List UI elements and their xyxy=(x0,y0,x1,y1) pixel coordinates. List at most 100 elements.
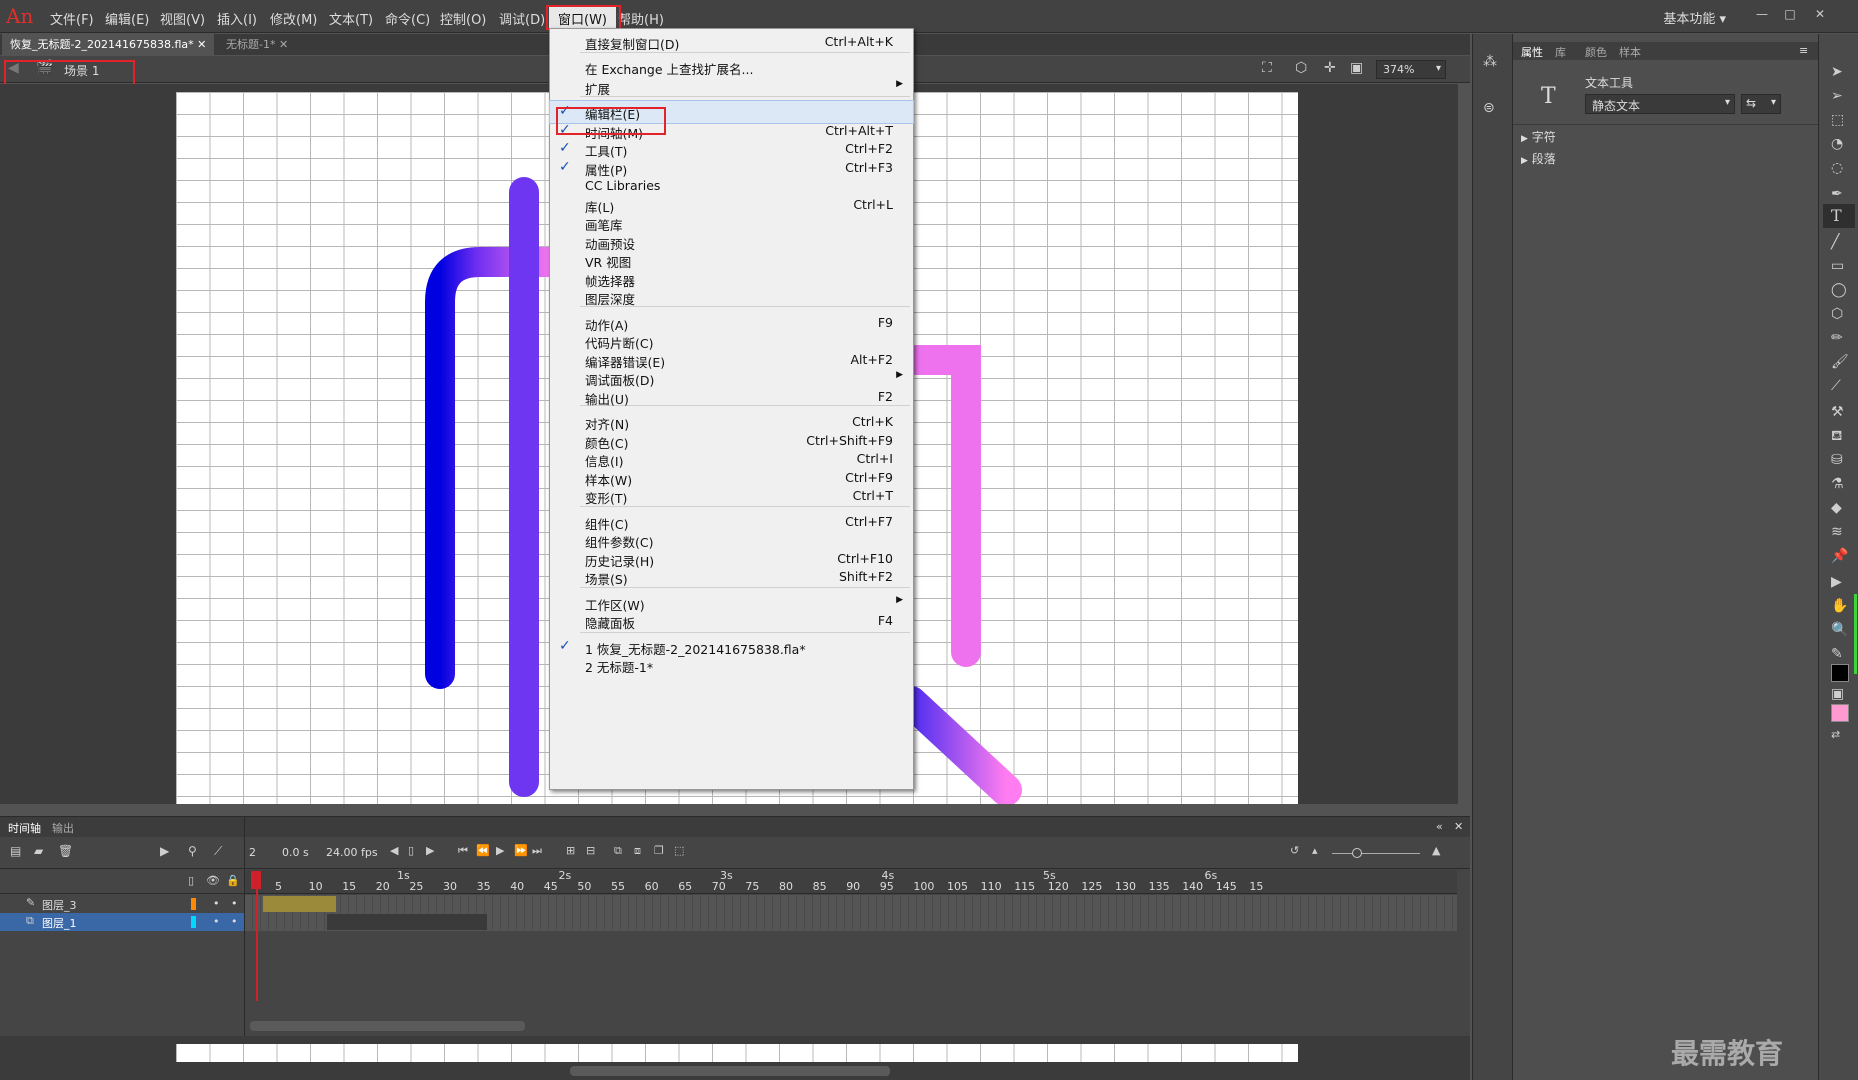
menu-item[interactable]: 扩展 ▶ xyxy=(550,76,913,98)
playhead-handle[interactable] xyxy=(251,871,261,889)
menu-insert[interactable]: 插入(I) xyxy=(217,9,257,28)
tab-properties[interactable]: 属性 xyxy=(1521,44,1543,60)
tab-swatches[interactable]: 样本 xyxy=(1619,44,1641,60)
loop-icon[interactable]: ▯ xyxy=(408,844,414,857)
current-time[interactable]: 0.0 s xyxy=(282,846,309,859)
graph-icon[interactable]: ⟋ xyxy=(214,844,222,859)
layer-color-swatch[interactable] xyxy=(191,916,196,928)
last-frame-icon[interactable]: ⏭ xyxy=(532,844,542,858)
text-tool-active[interactable]: T xyxy=(1823,204,1855,228)
edit-scene-icon[interactable]: ⛶ xyxy=(1262,60,1272,76)
paint-bucket-icon[interactable]: ⛾ xyxy=(1831,428,1842,446)
horizontal-scrollbar[interactable] xyxy=(250,1021,525,1031)
section-paragraph[interactable]: ▶ 段落 xyxy=(1521,150,1556,167)
color-palette-icon[interactable]: ⁂ xyxy=(1483,54,1497,70)
asset-warp-icon[interactable]: 📌 xyxy=(1831,548,1848,564)
menu-item[interactable]: 输出(U) F2 xyxy=(550,386,913,408)
onion-outline-icon[interactable]: ⧈ xyxy=(634,844,641,858)
subselection-tool-icon[interactable]: ➢ xyxy=(1831,88,1843,104)
zoom-slider[interactable] xyxy=(1332,853,1420,854)
edit-multiple-icon[interactable]: ❐ xyxy=(654,844,664,857)
new-layer-icon[interactable]: ▤ xyxy=(10,844,21,858)
menu-modify[interactable]: 修改(M) xyxy=(270,9,317,28)
brush-tool-icon[interactable]: ⟋ xyxy=(1831,378,1841,394)
3d-rotation-icon[interactable]: ◔ xyxy=(1831,136,1843,152)
fps-value[interactable]: 24.00 fps xyxy=(326,846,378,859)
camera-icon[interactable]: ▶ xyxy=(160,844,169,858)
tab-color[interactable]: 颜色 xyxy=(1585,44,1607,60)
edit-symbol-icon[interactable]: ⬡ xyxy=(1295,60,1307,76)
hand-tool-icon[interactable]: ✋ xyxy=(1831,598,1848,614)
onion-markers-icon[interactable]: ⬚ xyxy=(674,844,684,857)
close-icon[interactable]: ✕ xyxy=(1806,4,1834,24)
menu-help[interactable]: 帮助(H) xyxy=(618,9,664,28)
visibility-dot[interactable]: • xyxy=(213,897,220,910)
text-type-select[interactable]: 静态文本 ▾ xyxy=(1585,94,1735,114)
close-icon[interactable]: ✕ xyxy=(197,38,206,51)
clip-icon[interactable]: ▣ xyxy=(1350,60,1363,76)
close-icon[interactable]: ✕ xyxy=(1454,820,1463,833)
step-forward-icon[interactable]: ▶ xyxy=(426,844,434,857)
text-orientation-select[interactable]: ⇆ ▾ xyxy=(1741,94,1781,114)
layer-row[interactable]: ✎ 图层_3 • • xyxy=(0,895,244,913)
layer3-tween-span[interactable] xyxy=(263,896,336,912)
center-stage-icon[interactable]: ✛ xyxy=(1324,60,1336,76)
free-transform-icon[interactable]: ⬚ xyxy=(1831,112,1844,128)
eraser-icon[interactable]: ◆ xyxy=(1831,500,1842,516)
eyedropper-icon[interactable]: ⚗ xyxy=(1831,476,1844,492)
swap-colors-icon[interactable]: ⇄ xyxy=(1831,728,1840,741)
layer1-frame-span[interactable] xyxy=(327,914,487,930)
camera-tool-icon[interactable]: ▶ xyxy=(1831,574,1842,590)
menu-item[interactable]: 变形(T) Ctrl+T xyxy=(550,485,913,507)
frame-ruler[interactable]: 1s 2s 3s 4s 5s 6s 5 10 15 20 25 30 35 40 45 50 55 60 65 70… xyxy=(245,870,1457,894)
stroke-color-icon[interactable]: ✎ xyxy=(1831,646,1843,662)
bone-tool-icon[interactable]: ⚒ xyxy=(1831,404,1844,420)
frames-grid[interactable] xyxy=(245,895,1457,931)
layer-row-selected[interactable]: ⧉ 图层_1 • • xyxy=(0,913,244,931)
layer-color-swatch[interactable] xyxy=(191,898,196,910)
playhead[interactable] xyxy=(256,871,258,1001)
menu-item[interactable]: 图层深度 xyxy=(550,286,913,308)
menu-item[interactable]: 在 Exchange 上查找扩展名... xyxy=(550,56,913,78)
onion-skin-icon[interactable]: ⧉ xyxy=(614,844,622,858)
rectangle-tool-icon[interactable]: ▭ xyxy=(1831,258,1844,274)
workspace-switcher[interactable]: 基本功能 ▾ xyxy=(1663,8,1726,27)
menu-file[interactable]: 文件(F) xyxy=(50,9,94,28)
zoom-slider-thumb[interactable] xyxy=(1352,848,1362,858)
pencil-tool-icon[interactable]: ✏ xyxy=(1831,330,1843,346)
first-frame-icon[interactable]: ⏮ xyxy=(458,844,468,858)
menu-item[interactable]: 场景(S) Shift+F2 xyxy=(550,566,913,588)
play-icon[interactable]: ▶ xyxy=(496,844,504,857)
lock-icon[interactable]: 🔒 xyxy=(226,874,240,887)
tab-output[interactable]: 输出 xyxy=(52,820,74,836)
section-character[interactable]: ▶ 字符 xyxy=(1521,128,1556,145)
line-tool-icon[interactable]: ╱ xyxy=(1831,234,1839,250)
undo-icon[interactable]: ↺ xyxy=(1290,844,1299,857)
minimize-icon[interactable]: — xyxy=(1748,4,1776,24)
stroke-color-swatch[interactable] xyxy=(1831,664,1849,682)
paint-brush-icon[interactable]: 🖌 xyxy=(1831,354,1849,370)
clear-keyframe-icon[interactable]: ⊟ xyxy=(586,844,595,857)
tab-timeline[interactable]: 时间轴 xyxy=(8,820,41,836)
menu-item[interactable]: 直接复制窗口(D) Ctrl+Alt+K xyxy=(550,31,913,53)
panel-menu-icon[interactable]: ≡ xyxy=(1799,44,1808,57)
layer-name[interactable]: 图层_1 xyxy=(42,915,77,931)
collapse-icon[interactable]: « xyxy=(1436,820,1443,833)
zoom-select[interactable]: 374% ▾ xyxy=(1376,60,1446,79)
lasso-icon[interactable]: ◌ xyxy=(1831,160,1843,176)
stage-hscrollbar[interactable] xyxy=(570,1066,890,1076)
width-tool-icon[interactable]: ≋ xyxy=(1831,524,1843,540)
menu-command[interactable]: 命令(C) xyxy=(385,9,430,28)
maximize-icon[interactable]: □ xyxy=(1776,4,1804,24)
visibility-dot[interactable]: • xyxy=(213,915,220,928)
menu-view[interactable]: 视图(V) xyxy=(160,9,205,28)
next-frame-icon[interactable]: ⏩ xyxy=(514,844,528,857)
menu-edit[interactable]: 编辑(E) xyxy=(105,9,149,28)
pen-tool-icon[interactable]: ✒ xyxy=(1831,186,1843,202)
eye-icon[interactable]: 👁 xyxy=(206,874,220,887)
selection-tool-icon[interactable]: ➤ xyxy=(1831,64,1843,80)
cc-libraries-icon[interactable]: ⊜ xyxy=(1483,100,1495,116)
insert-keyframe-icon[interactable]: ⊞ xyxy=(566,844,575,857)
fill-color-icon[interactable]: ▣ xyxy=(1831,686,1844,702)
fill-color-swatch[interactable] xyxy=(1831,704,1849,722)
